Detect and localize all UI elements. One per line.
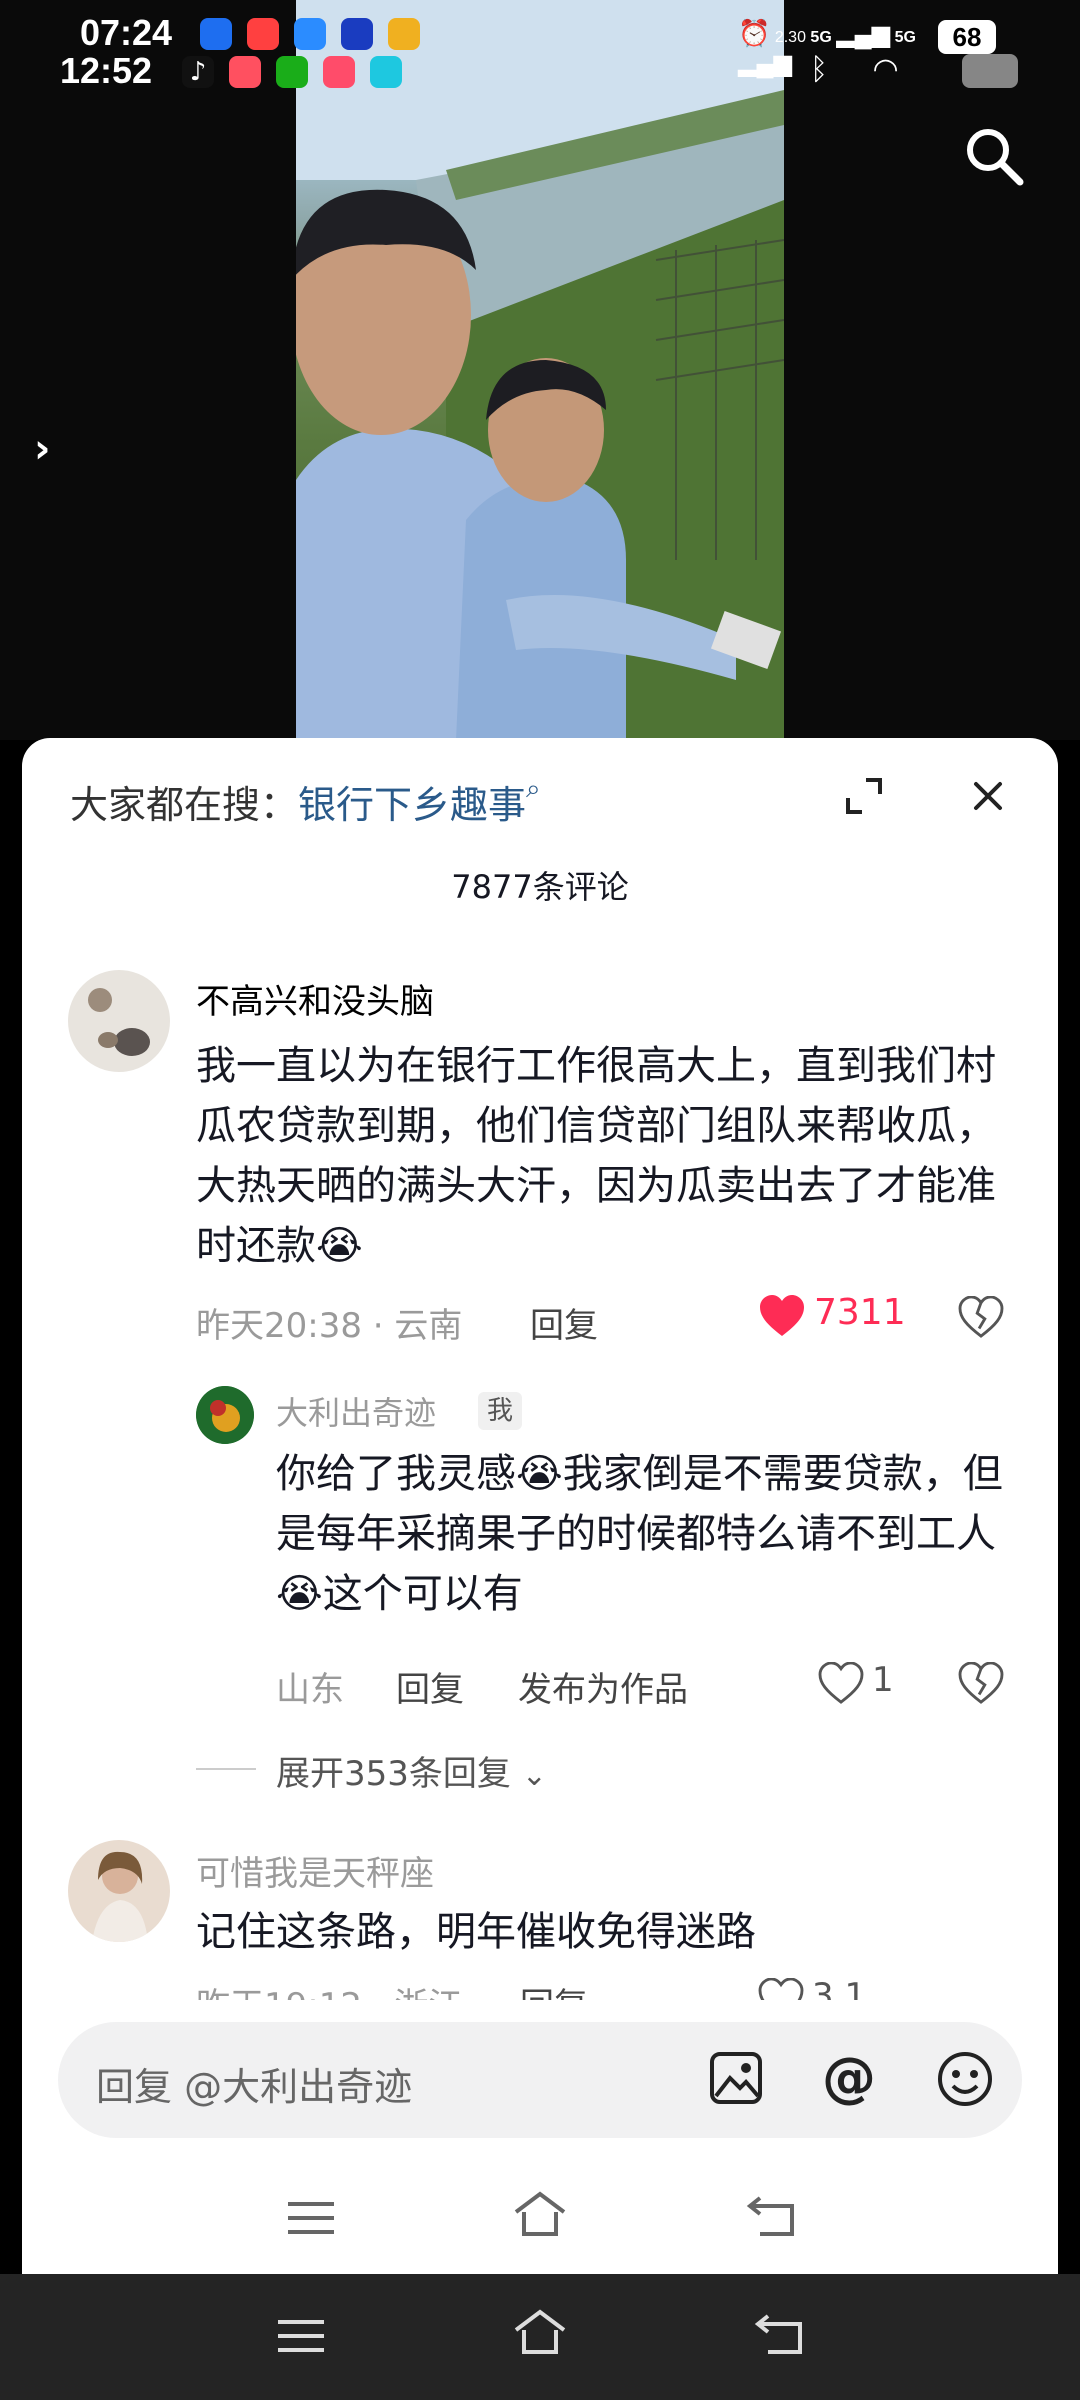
crying-emoji-icon: 😭 <box>316 1223 363 1269</box>
comment-count: 7877条评论 <box>451 868 629 906</box>
close-icon[interactable] <box>972 780 1004 816</box>
image-icon[interactable] <box>708 2050 764 2110</box>
reply-avatar[interactable] <box>196 1386 254 1444</box>
like-button[interactable]: 7311 <box>758 1292 906 1342</box>
system-back-icon[interactable] <box>754 2312 808 2360</box>
avatar[interactable] <box>68 1840 170 1942</box>
comment-text: 我一直以为在银行工作很高大上，直到我们村瓜农贷款到期，他们信贷部门组队来帮收瓜，… <box>196 1036 996 1276</box>
crying-emoji-icon: 😭 <box>516 1451 563 1497</box>
broken-heart-icon <box>958 1295 1004 1338</box>
status-time-bottom: 12:52 <box>60 50 153 91</box>
battery-icon <box>962 54 1018 88</box>
hot-search-small-icon: ⌕ <box>526 774 541 804</box>
heart-filled-icon <box>760 1295 804 1336</box>
reply-reply-button[interactable]: 回复 <box>396 1662 464 1711</box>
app-feishu-icon <box>294 18 327 50</box>
video-backdrop-right <box>784 0 1080 740</box>
broken-heart-icon <box>958 1661 1004 1704</box>
mention-icon[interactable]: @ <box>822 2046 876 2109</box>
side-panel-arrow-icon[interactable]: › <box>34 426 50 472</box>
bluetooth-icon: ᛒ <box>810 53 828 86</box>
publish-as-work-button[interactable]: 发布为作品 <box>518 1662 688 1711</box>
comment-time-location: 昨天20:38 · 云南 <box>196 1306 463 1346</box>
back-nav-icon[interactable] <box>746 2194 800 2242</box>
reply-location: 山东 <box>276 1670 344 1710</box>
reply-username[interactable]: 大利出奇迹 <box>276 1388 436 1434</box>
app-weibo-icon <box>247 18 280 50</box>
notification-icons-top <box>200 18 430 50</box>
wifi-icon: ◠ <box>872 53 899 86</box>
tiktok-icon: ♪ <box>182 56 214 88</box>
reply-like-count: 1 <box>872 1660 894 1700</box>
expand-divider <box>196 1768 256 1770</box>
status-time-top: 07:24 <box>80 12 173 53</box>
reply-input[interactable]: 回复 @大利出奇迹 @ <box>58 2022 1022 2138</box>
expand-replies-button[interactable]: 展开353条回复 ⌄ <box>276 1746 547 1795</box>
like-count: 7311 <box>814 1292 906 1333</box>
dislike-button[interactable] <box>958 1295 1004 1342</box>
hot-search-term[interactable]: 银行下乡趣事 <box>298 783 526 827</box>
emoji-icon[interactable] <box>936 2050 994 2112</box>
app-c-icon <box>370 56 403 88</box>
video-frame <box>296 0 784 740</box>
wechat-icon <box>276 56 309 88</box>
reply-text-part1: 你给了我灵感 <box>276 1451 516 1497</box>
app-k-icon <box>200 18 232 50</box>
reply-button[interactable]: 回复 <box>530 1298 598 1347</box>
system-home-icon[interactable] <box>512 2308 568 2360</box>
connectivity-icons: ᛒ ◠ <box>810 52 899 87</box>
system-menu-icon[interactable] <box>276 2316 326 2360</box>
expand-replies-label: 展开353条回复 <box>276 1754 511 1794</box>
me-tag: 我 <box>478 1392 522 1430</box>
reply-text-part3: 这个可以有 <box>322 1571 523 1617</box>
app-play-icon <box>341 18 374 50</box>
app-ring-icon <box>388 18 421 50</box>
reply-dislike-button[interactable] <box>958 1661 1004 1708</box>
expand-icon[interactable] <box>844 776 884 820</box>
search-icon[interactable] <box>962 124 1026 192</box>
home-nav-icon[interactable] <box>512 2190 568 2242</box>
hot-search-bar[interactable]: 大家都在搜：银行下乡趣事⌕ <box>70 774 541 829</box>
comment-username[interactable]: 可惜我是天秤座 <box>196 1846 434 1895</box>
chevron-down-icon: ⌄ <box>521 1758 547 1793</box>
alarm-icon: ⏰ <box>738 18 771 48</box>
app-dots-icon <box>323 56 356 88</box>
video-backdrop-left <box>0 0 296 740</box>
notification-icons-bottom: ♪ <box>182 56 412 88</box>
video-player[interactable] <box>296 0 784 740</box>
network-speed: 2.30 <box>774 29 806 46</box>
crying-emoji-icon: 😭 <box>276 1571 323 1617</box>
network-5g-a: 5G <box>810 29 832 46</box>
system-navigation-bar <box>0 2274 1080 2400</box>
comment-username[interactable]: 不高兴和没头脑 <box>196 974 434 1023</box>
reply-text: 你给了我灵感😭我家倒是不需要贷款，但是每年采摘果子的时候都特么请不到工人😭这个可… <box>276 1444 1036 1624</box>
network-5g-b: 5G <box>894 29 916 46</box>
signal-bars-icon: ▂▄▆ <box>836 21 891 48</box>
comment-text: 记住这条路，明年催收免得迷路 <box>196 1909 756 1955</box>
reply-input-placeholder: 回复 @大利出奇迹 <box>96 2065 413 2109</box>
signal-bars-icon-2: ▂▄▆ <box>738 50 792 77</box>
app-cup-icon <box>229 56 262 88</box>
reply-like-button[interactable]: 1 <box>818 1660 894 1708</box>
battery-level: 68 <box>938 20 996 54</box>
heart-outline-icon <box>818 1661 864 1704</box>
menu-nav-icon[interactable] <box>286 2198 336 2242</box>
hot-search-prefix: 大家都在搜： <box>70 783 299 827</box>
avatar[interactable] <box>68 970 170 1072</box>
